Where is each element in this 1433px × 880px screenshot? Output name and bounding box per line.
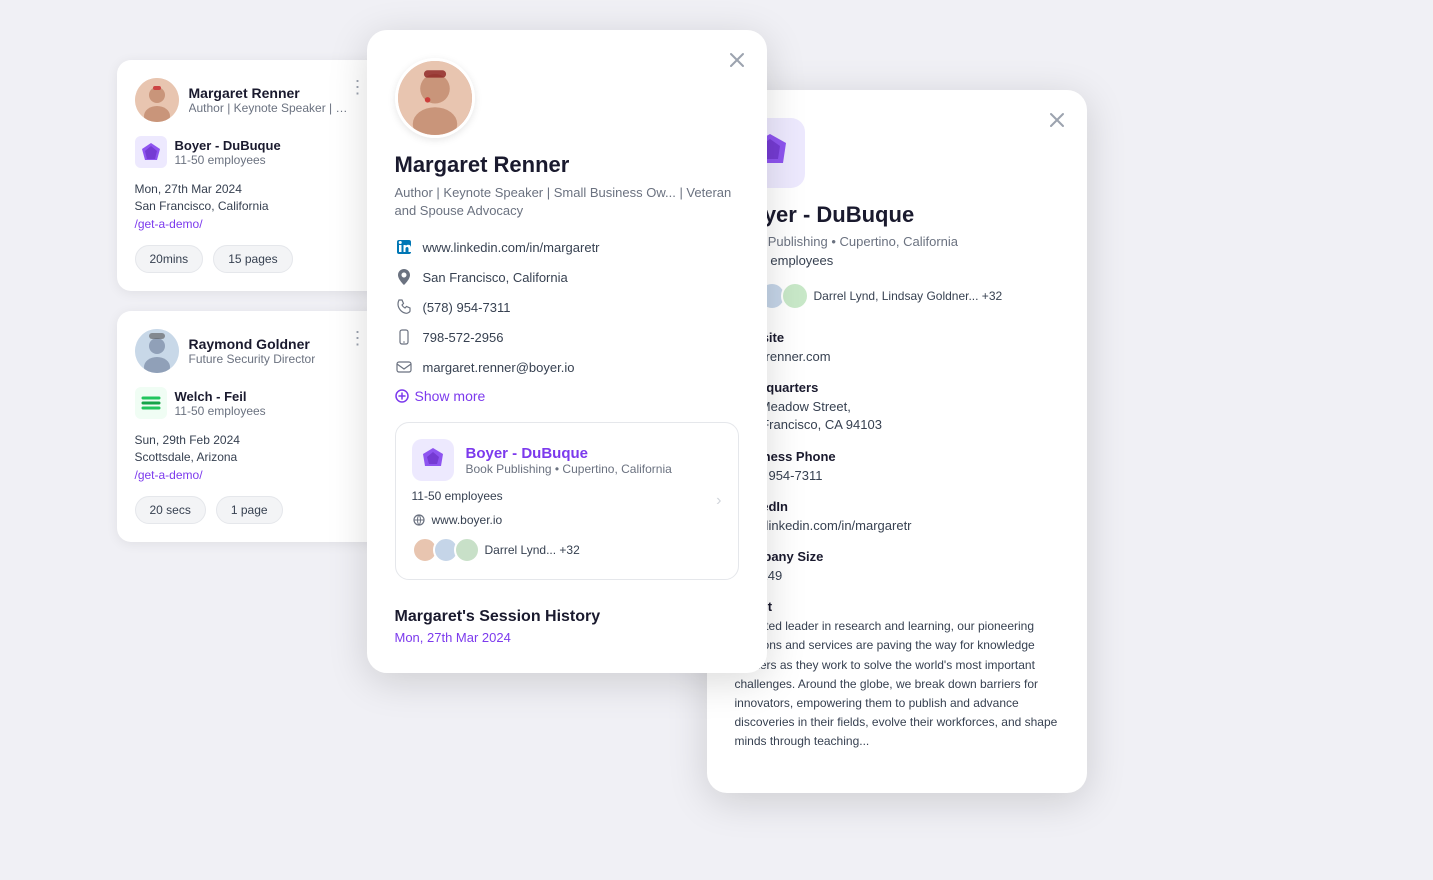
company-card-size: 11-50 employees [412, 489, 722, 503]
card-margaret-size: 11-50 employees [175, 153, 281, 167]
card-raymond-duration: 20 secs [135, 496, 206, 524]
card-raymond-date: Sun, 29th Feb 2024 [135, 433, 367, 447]
company-popup-employees: Darrel Lynd, Lindsay Goldner... +32 [814, 289, 1003, 303]
about-text: A trusted leader in research and learnin… [735, 617, 1059, 751]
profile-popup: Margaret Renner Author | Keynote Speaker… [367, 30, 767, 673]
company-card-logo [412, 439, 454, 481]
card-raymond-company: Welch - Feil [175, 389, 266, 404]
profile-popup-avatar [395, 58, 475, 138]
show-more-button[interactable]: Show more [395, 388, 739, 404]
profile-phone: (578) 954-7311 [423, 300, 511, 315]
company-card-name: Boyer - DuBuque [466, 445, 672, 462]
company-logo-welch [135, 387, 167, 419]
card-margaret[interactable]: Margaret Renner Author | Keynote Speaker… [117, 60, 385, 291]
session-section: Margaret's Session History Mon, 27th Mar… [395, 598, 739, 645]
card-margaret-date: Mon, 27th Mar 2024 [135, 182, 367, 196]
card-raymond-title: Future Security Director [189, 352, 316, 366]
avatar-raymond [135, 329, 179, 373]
profile-popup-title: Author | Keynote Speaker | Small Busines… [395, 184, 739, 220]
card-raymond[interactable]: Raymond Goldner Future Security Director… [117, 311, 385, 542]
company-size-value: 100-249 [735, 567, 1059, 585]
phone-icon [395, 298, 413, 316]
location-icon [395, 268, 413, 286]
biz-phone-label: Business Phone [735, 449, 1059, 464]
company-popup-size-text: 11-50 employees [735, 253, 1059, 268]
company-card-website: www.boyer.io [432, 513, 503, 527]
company-size-label: Company Size [735, 549, 1059, 564]
session-date: Mon, 27th Mar 2024 [395, 630, 739, 645]
company-card-avatars: Darrel Lynd... +32 [412, 537, 722, 563]
linkedin-label: LinkedIn [735, 499, 1059, 514]
card-raymond-pages: 1 page [216, 496, 283, 524]
company-size-section: Company Size 100-249 [735, 549, 1059, 585]
company-card-inner[interactable]: Boyer - DuBuque Book Publishing • Cupert… [395, 422, 739, 580]
profile-mobile: 798-572-2956 [423, 330, 504, 345]
profile-popup-close[interactable] [723, 46, 751, 74]
company-popup-meta: Book Publishing • Cupertino, California [735, 234, 1059, 249]
linkedin-value: www.linkedin.com/in/margaretr [735, 517, 1059, 535]
hq-value: 595 Meadow Street, San Francisco, CA 941… [735, 398, 1059, 434]
card-margaret-name: Margaret Renner [189, 85, 349, 101]
biz-phone-value: (578) 954-7311 [735, 467, 1059, 485]
card-raymond-size: 11-50 employees [175, 404, 266, 418]
linkedin-icon [395, 238, 413, 256]
card-margaret-company: Boyer - DuBuque [175, 138, 281, 153]
company-popup-close[interactable] [1043, 106, 1071, 134]
card-margaret-menu[interactable]: ⋮ [349, 78, 367, 96]
company-avatar-count: Darrel Lynd... +32 [485, 543, 580, 557]
card-margaret-location: San Francisco, California [135, 199, 367, 213]
card-margaret-duration: 20mins [135, 245, 204, 273]
biz-phone-section: Business Phone (578) 954-7311 [735, 449, 1059, 485]
card-raymond-menu[interactable]: ⋮ [349, 329, 367, 347]
avatar-margaret [135, 78, 179, 122]
session-title: Margaret's Session History [395, 608, 739, 626]
card-raymond-name: Raymond Goldner [189, 336, 316, 352]
hq-label: Headquarters [735, 380, 1059, 395]
company-card-desc: Book Publishing • Cupertino, California [466, 462, 672, 476]
website-section: Website www.renner.com [735, 330, 1059, 366]
show-more-label: Show more [415, 388, 486, 404]
about-label: About [735, 599, 1059, 614]
linkedin-section: LinkedIn www.linkedin.com/in/margaretr [735, 499, 1059, 535]
card-raymond-location: Scottsdale, Arizona [135, 450, 367, 464]
email-icon [395, 358, 413, 376]
profile-location: San Francisco, California [423, 270, 568, 285]
hq-section: Headquarters 595 Meadow Street, San Fran… [735, 380, 1059, 434]
profile-popup-name: Margaret Renner [395, 152, 739, 178]
card-raymond-link[interactable]: /get-a-demo/ [135, 468, 367, 482]
card-margaret-pages: 15 pages [213, 245, 292, 273]
company-popup-avatars: Darrel Lynd, Lindsay Goldner... +32 [735, 282, 1059, 310]
profile-linkedin: www.linkedin.com/in/margaretr [423, 240, 600, 255]
card-margaret-link[interactable]: /get-a-demo/ [135, 217, 367, 231]
company-popup-name: Boyer - DuBuque [735, 202, 1059, 228]
mobile-icon [395, 328, 413, 346]
company-card-chevron: › [716, 492, 721, 510]
website-value: www.renner.com [735, 348, 1059, 366]
website-label: Website [735, 330, 1059, 345]
company-logo-boyer [135, 136, 167, 168]
profile-email: margaret.renner@boyer.io [423, 360, 575, 375]
card-margaret-title: Author | Keynote Speaker | Sm... [189, 101, 349, 115]
about-section: About A trusted leader in research and l… [735, 599, 1059, 751]
